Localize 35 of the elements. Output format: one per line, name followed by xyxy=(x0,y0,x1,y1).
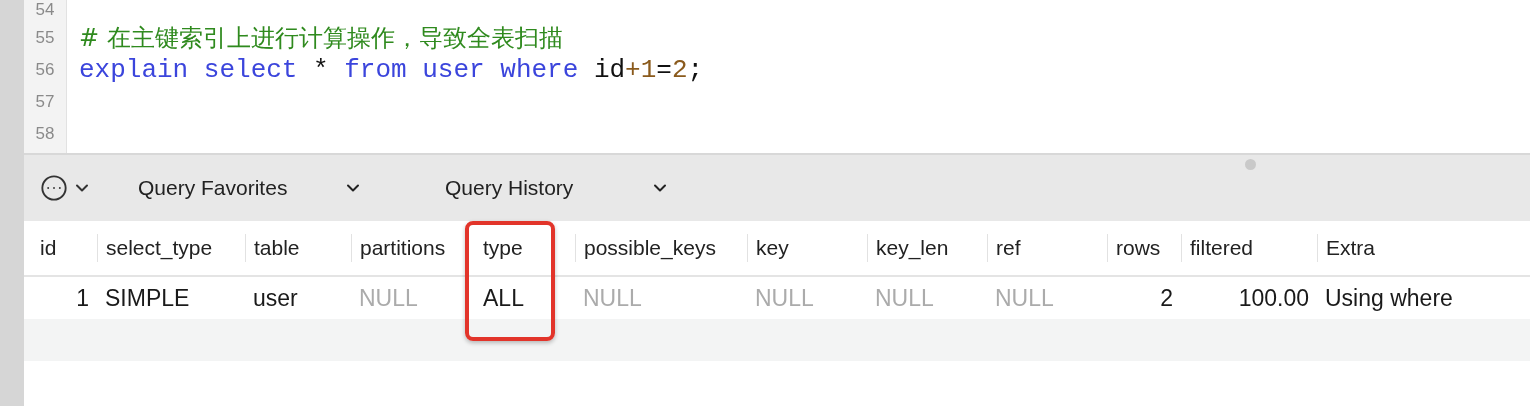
resize-handle[interactable] xyxy=(1245,159,1256,170)
line-number: 58 xyxy=(34,123,56,145)
table-cell-text: 1 xyxy=(75,284,90,312)
table-cell-text: NULL xyxy=(358,284,419,312)
table-cell-text: Using where xyxy=(1324,284,1454,312)
code-comment: # 在主键索引上进行计算操作，导致全表扫描 xyxy=(79,23,564,54)
column-header[interactable]: ref xyxy=(987,234,1107,262)
line-number: 55 xyxy=(34,27,56,49)
column-header[interactable]: type xyxy=(475,234,575,262)
table-cell-text: 100.00 xyxy=(1237,284,1310,312)
column-header[interactable]: Extra xyxy=(1317,234,1530,262)
table-cell-text: ALL xyxy=(482,284,525,312)
ellipsis-icon xyxy=(40,174,68,202)
column-header[interactable]: possible_keys xyxy=(575,234,747,262)
column-header[interactable]: select_type xyxy=(97,234,245,262)
column-header[interactable]: partitions xyxy=(351,234,475,262)
line-number: 57 xyxy=(34,91,56,113)
column-header[interactable]: id xyxy=(24,234,97,262)
dropdown-menu[interactable]: Query History xyxy=(445,176,670,200)
column-header[interactable]: filtered xyxy=(1181,234,1317,262)
table-cell-text: NULL xyxy=(582,284,643,312)
column-header[interactable]: rows xyxy=(1107,234,1181,262)
column-header[interactable]: key_len xyxy=(867,234,987,262)
column-header[interactable]: table xyxy=(245,234,351,262)
table-cell-text: NULL xyxy=(874,284,935,312)
column-header[interactable]: key xyxy=(747,234,867,262)
dropdown-menu[interactable]: Query Favorites xyxy=(138,176,363,200)
table-cell-text: NULL xyxy=(754,284,815,312)
line-number: 56 xyxy=(34,59,56,81)
table-cell-text: user xyxy=(252,284,299,312)
table-cell-text: 2 xyxy=(1159,284,1174,312)
table-cell-text: NULL xyxy=(994,284,1055,312)
line-number: 54 xyxy=(34,0,56,21)
code-line: explain select * from user where id+1=2; xyxy=(79,54,705,86)
table-cell-text: SIMPLE xyxy=(104,284,191,312)
